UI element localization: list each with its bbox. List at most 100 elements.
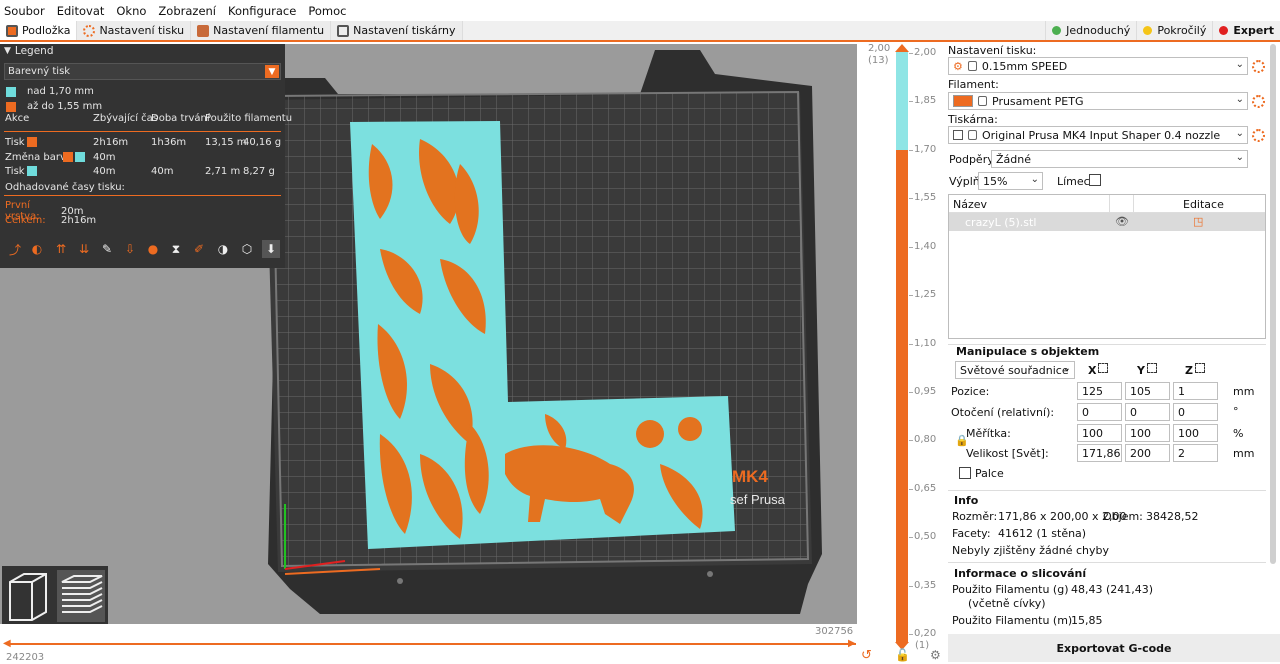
mode-advanced[interactable]: Pokročilý [1136, 21, 1212, 40]
slider-tick-label: 1,85 [914, 95, 937, 107]
mode-simple[interactable]: Jednoduchý [1045, 21, 1136, 40]
legend-header[interactable]: ▼ Legend [0, 44, 285, 57]
seams-toggle-icon[interactable]: ✎ [98, 240, 116, 258]
custom-gcode-toggle-icon[interactable]: ✐ [190, 240, 208, 258]
brim-checkbox[interactable] [1089, 174, 1101, 186]
row-remaining: 40m [93, 165, 116, 177]
pause-toggle-icon[interactable]: ⧗ [167, 240, 185, 258]
tab-print-settings[interactable]: Nastavení tisku [77, 21, 192, 40]
eye-icon[interactable]: 👁 [1115, 215, 1129, 228]
export-gcode-button[interactable]: Exportovat G-code [948, 634, 1280, 662]
slider-tick-mark [909, 391, 913, 393]
tab-filament-settings[interactable]: Nastavení filamentu [191, 21, 332, 40]
undo-arrow-icon[interactable]: ↺ [861, 648, 872, 663]
menu-edit[interactable]: Editovat [57, 4, 105, 18]
travel-toggle-icon[interactable]: ⤴ [6, 240, 24, 258]
cube-view-icon [9, 570, 105, 622]
infill-select[interactable]: 15% ⌄ [978, 172, 1043, 190]
gear-icon[interactable] [1252, 129, 1265, 142]
sidebar-scrollbar[interactable] [1270, 44, 1276, 564]
position-label: Pozice: [951, 385, 990, 398]
scale-x-input[interactable]: 100 [1077, 424, 1122, 442]
vertical-layer-slider[interactable]: 2,00 (13) (1) 2,00 1,85 1,70 1,55 1,40 1,25 1,… [857, 43, 943, 664]
row-action: Tisk [5, 165, 25, 177]
gear-icon[interactable]: ⚙ [930, 648, 941, 662]
slider-upper-value: 302756 [815, 626, 854, 637]
axis-y-drop-icon[interactable] [1147, 363, 1157, 373]
tab-plater[interactable]: Podložka [0, 21, 78, 40]
row-action: Změna barvy [5, 151, 72, 163]
field-value: 2 [1178, 446, 1185, 460]
position-y-input[interactable]: 105 [1125, 382, 1170, 400]
filament-color-swatch [953, 95, 973, 107]
gear-icon[interactable] [1252, 60, 1265, 73]
menu-view[interactable]: Zobrazení [158, 4, 216, 18]
printer-select[interactable]: Original Prusa MK4 Input Shaper 0.4 nozz… [948, 126, 1248, 144]
legend-view-type-select[interactable]: Barevný tisk ▼ [4, 63, 281, 80]
slider-top-handle-icon[interactable] [895, 44, 909, 52]
scale-y-input[interactable]: 100 [1125, 424, 1170, 442]
axis-x-drop-icon[interactable] [1098, 363, 1108, 373]
slider-tick-mark [909, 537, 913, 539]
estimated-times-heading: Odhadované časy tisku: [5, 182, 125, 193]
center-of-gravity-toggle-icon[interactable]: ◑ [214, 240, 232, 258]
menu-window[interactable]: Okno [116, 4, 146, 18]
rotation-z-input[interactable]: 0 [1173, 403, 1218, 421]
view-iso-button[interactable] [2, 566, 108, 624]
slider-right-handle-icon[interactable]: ▶ [848, 638, 856, 649]
field-value: 105 [1130, 384, 1151, 398]
position-x-input[interactable]: 125 [1077, 382, 1122, 400]
size-x-input[interactable]: 171,86 [1077, 444, 1122, 462]
row-remaining: 2h16m [93, 136, 129, 148]
column-header: Doba trvání [151, 112, 210, 124]
shells-toggle-icon[interactable]: ⬡ [238, 240, 256, 258]
mode-expert[interactable]: Expert [1212, 21, 1280, 40]
menu-configuration[interactable]: Konfigurace [228, 4, 296, 18]
position-z-input[interactable]: 1 [1173, 382, 1218, 400]
size-y-input[interactable]: 200 [1125, 444, 1170, 462]
lock-icon[interactable]: 🔓 [895, 648, 910, 662]
deretractions-toggle-icon[interactable]: ⇊ [75, 240, 93, 258]
slider-tick-mark [909, 634, 913, 635]
right-sidebar: Nastavení tisku: ⚙ 0.15mm SPEED ⌄ Filame… [943, 44, 1280, 664]
rotation-x-input[interactable]: 0 [1077, 403, 1122, 421]
edit-icon[interactable]: ◳ [1193, 215, 1203, 228]
filament-g-sublabel: (včetně cívky) [968, 597, 1046, 610]
retractions-toggle-icon[interactable]: ⇈ [52, 240, 70, 258]
coordinate-system-select[interactable]: Světové souřadnice ⌄ [955, 361, 1075, 379]
slider-tick-mark [909, 343, 913, 345]
tool-changes-toggle-icon[interactable]: ⇩ [121, 240, 139, 258]
facets-label: Facety: [952, 527, 991, 540]
slider-track[interactable] [8, 643, 856, 645]
inches-checkbox[interactable] [959, 467, 971, 479]
tab-printer-settings[interactable]: Nastavení tiskárny [331, 21, 463, 40]
supports-select[interactable]: Žádné ⌄ [991, 150, 1248, 168]
slider-left-handle-icon[interactable]: ◀ [3, 638, 11, 649]
gear-icon[interactable] [1252, 95, 1265, 108]
object-manipulation-panel: Manipulace s objektem Světové souřadnice… [948, 344, 1266, 491]
mode-label: Pokročilý [1157, 24, 1207, 37]
menu-help[interactable]: Pomoc [308, 4, 346, 18]
wipe-toggle-icon[interactable]: ◐ [28, 240, 46, 258]
print-settings-select[interactable]: ⚙ 0.15mm SPEED ⌄ [948, 57, 1248, 75]
coordinate-system-value: Světové souřadnice [960, 363, 1069, 377]
filament-select[interactable]: Prusament PETG ⌄ [948, 92, 1248, 110]
object-row[interactable]: crazyL (5).stl 👁 ◳ [949, 213, 1265, 231]
scale-z-input[interactable]: 100 [1173, 424, 1218, 442]
rotation-y-input[interactable]: 0 [1125, 403, 1170, 421]
tool-marker-toggle-icon[interactable]: ⬇ [262, 240, 280, 258]
divider [4, 131, 281, 132]
filament-g-value: 48,43 (241,43) [1071, 583, 1154, 596]
row-duration: 40m [151, 165, 174, 177]
brim-label: Límec: [1057, 175, 1094, 188]
lock-icon [978, 96, 987, 106]
chevron-down-icon: ⌄ [1030, 174, 1039, 185]
axis-z-label: Z [1185, 364, 1193, 377]
slider-tick-mark [909, 101, 913, 103]
menu-file[interactable]: Soubor [4, 4, 45, 18]
slider-top-index: (13) [868, 55, 889, 66]
size-z-input[interactable]: 2 [1173, 444, 1218, 462]
axis-z-drop-icon[interactable] [1195, 363, 1205, 373]
color-changes-toggle-icon[interactable]: ● [144, 240, 162, 258]
horizontal-move-slider[interactable]: 302756 ◀ ▶ 242203 [0, 624, 857, 664]
